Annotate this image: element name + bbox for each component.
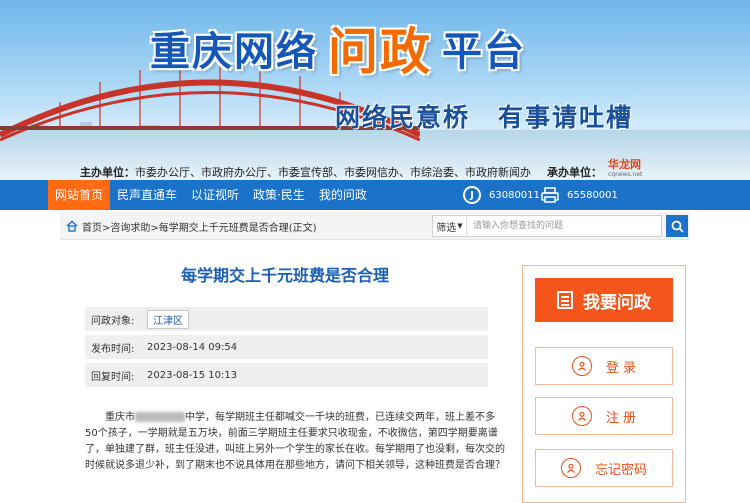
hualong-logo[interactable]: 华龙网 cqnews.net bbox=[608, 156, 642, 178]
page-root: 重庆网络 问政 平台 网络民意桥 有事请吐槽 主办单位：市委办公厅、市政府办公厅、… bbox=[0, 0, 750, 503]
nav-evidence[interactable]: 以证视听 bbox=[184, 180, 246, 210]
register-label: 注 册 bbox=[605, 410, 637, 426]
submit-inquiry-button[interactable]: 我要问政 bbox=[535, 278, 673, 322]
login-button[interactable]: 登 录 bbox=[535, 347, 673, 385]
slogan: 网络民意桥 有事请吐槽 bbox=[335, 98, 633, 134]
user-icon bbox=[571, 356, 592, 376]
site-title: 重庆网络 问政 平台 bbox=[150, 18, 526, 81]
slogan-1: 网络民意桥 bbox=[335, 103, 471, 132]
hualong-logo-sub: cqnews.net bbox=[608, 171, 643, 178]
side-panel: 我要问政 登 录 注 册 忘记密码 bbox=[522, 265, 686, 503]
login-label: 登 录 bbox=[605, 360, 637, 376]
nav-my-inquiry[interactable]: 我的问政 bbox=[312, 180, 374, 210]
user-add-icon bbox=[571, 406, 592, 426]
submit-inquiry-label: 我要问政 bbox=[583, 292, 651, 313]
register-button[interactable]: 注 册 bbox=[535, 397, 673, 435]
title-part-2: 问政 bbox=[328, 23, 432, 81]
target-tag[interactable]: 江津区 bbox=[147, 309, 189, 329]
caret-down-icon: ▼ bbox=[457, 222, 463, 230]
host-label: 承办单位： bbox=[547, 166, 602, 179]
nav-policy[interactable]: 政策·民生 bbox=[246, 180, 312, 210]
breadcrumb-path: >咨询求助>每学期交上千元班费是否合理(正文) bbox=[102, 222, 317, 234]
reply-label: 回复时间: bbox=[91, 371, 135, 383]
fax-number: 65580001 bbox=[567, 189, 618, 201]
nav-voice-express[interactable]: 民声直通车 bbox=[110, 180, 184, 210]
hotline-fax: 65580001 bbox=[541, 185, 618, 205]
publish-time: 2023-08-14 09:54 bbox=[147, 341, 238, 353]
body-prefix: 重庆市 bbox=[105, 412, 135, 423]
sponsor-value: 市委办公厅、市政府办公厅、市委宣传部、市委网信办、市综治委、市政府新闻办 bbox=[135, 166, 531, 179]
main-nav: 网站首页 民声直通车 以证视听 政策·民生 我的问政 J 63080011 65… bbox=[0, 180, 750, 210]
info-target: 问政对象: 江津区 bbox=[85, 307, 488, 331]
publish-label: 发布时间: bbox=[91, 343, 135, 355]
filter-dropdown[interactable]: 筛选 ▼ bbox=[433, 216, 467, 236]
redacted-text bbox=[135, 412, 185, 422]
fax-icon bbox=[541, 187, 559, 203]
nav-home[interactable]: 网站首页 bbox=[48, 180, 111, 210]
info-reply: 回复时间: 2023-08-15 10:13 bbox=[85, 363, 488, 387]
sponsor-label: 主办单位： bbox=[80, 166, 135, 179]
search-box: 筛选 ▼ bbox=[432, 215, 662, 237]
title-part-3: 平台 bbox=[442, 29, 526, 75]
hualong-logo-text: 华龙网 bbox=[608, 158, 641, 171]
hotline-phone: J 63080011 bbox=[463, 185, 540, 205]
title-part-1: 重庆网络 bbox=[150, 29, 318, 75]
filter-label: 筛选 bbox=[436, 222, 457, 234]
phone-number: 63080011 bbox=[489, 189, 540, 201]
phone-icon: J bbox=[463, 186, 481, 204]
slogan-2: 有事请吐槽 bbox=[498, 103, 634, 132]
search-icon bbox=[671, 220, 684, 233]
header-banner: 重庆网络 问政 平台 网络民意桥 有事请吐槽 主办单位：市委办公厅、市政府办公厅、… bbox=[0, 0, 750, 180]
breadcrumb-home[interactable]: 首页 bbox=[82, 219, 102, 234]
key-icon bbox=[560, 458, 581, 478]
search-button[interactable] bbox=[666, 215, 688, 237]
home-icon bbox=[66, 220, 78, 232]
target-label: 问政对象: bbox=[91, 315, 135, 327]
breadcrumb: 首页 >咨询求助>每学期交上千元班费是否合理(正文) bbox=[66, 212, 317, 240]
article-body: 重庆市 中学，每学期班主任都喊交一千块的班费，已连续交两年，班上差不多50个孩子，… bbox=[85, 410, 505, 474]
forgot-password-label: 忘记密码 bbox=[594, 462, 647, 478]
reply-time: 2023-08-15 10:13 bbox=[147, 369, 238, 381]
forgot-password-button[interactable]: 忘记密码 bbox=[535, 449, 673, 487]
document-icon bbox=[557, 291, 573, 309]
info-publish: 发布时间: 2023-08-14 09:54 bbox=[85, 335, 488, 359]
nav-items: 网站首页 民声直通车 以证视听 政策·民生 我的问政 bbox=[48, 180, 374, 210]
article-title: 每学期交上千元班费是否合理 bbox=[180, 266, 389, 285]
breadcrumb-bar: 首页 >咨询求助>每学期交上千元班费是否合理(正文) 筛选 ▼ bbox=[60, 212, 690, 240]
sponsor-line: 主办单位：市委办公厅、市政府办公厅、市委宣传部、市委网信办、市综治委、市政府新闻… bbox=[80, 156, 642, 180]
search-input[interactable] bbox=[467, 216, 661, 236]
